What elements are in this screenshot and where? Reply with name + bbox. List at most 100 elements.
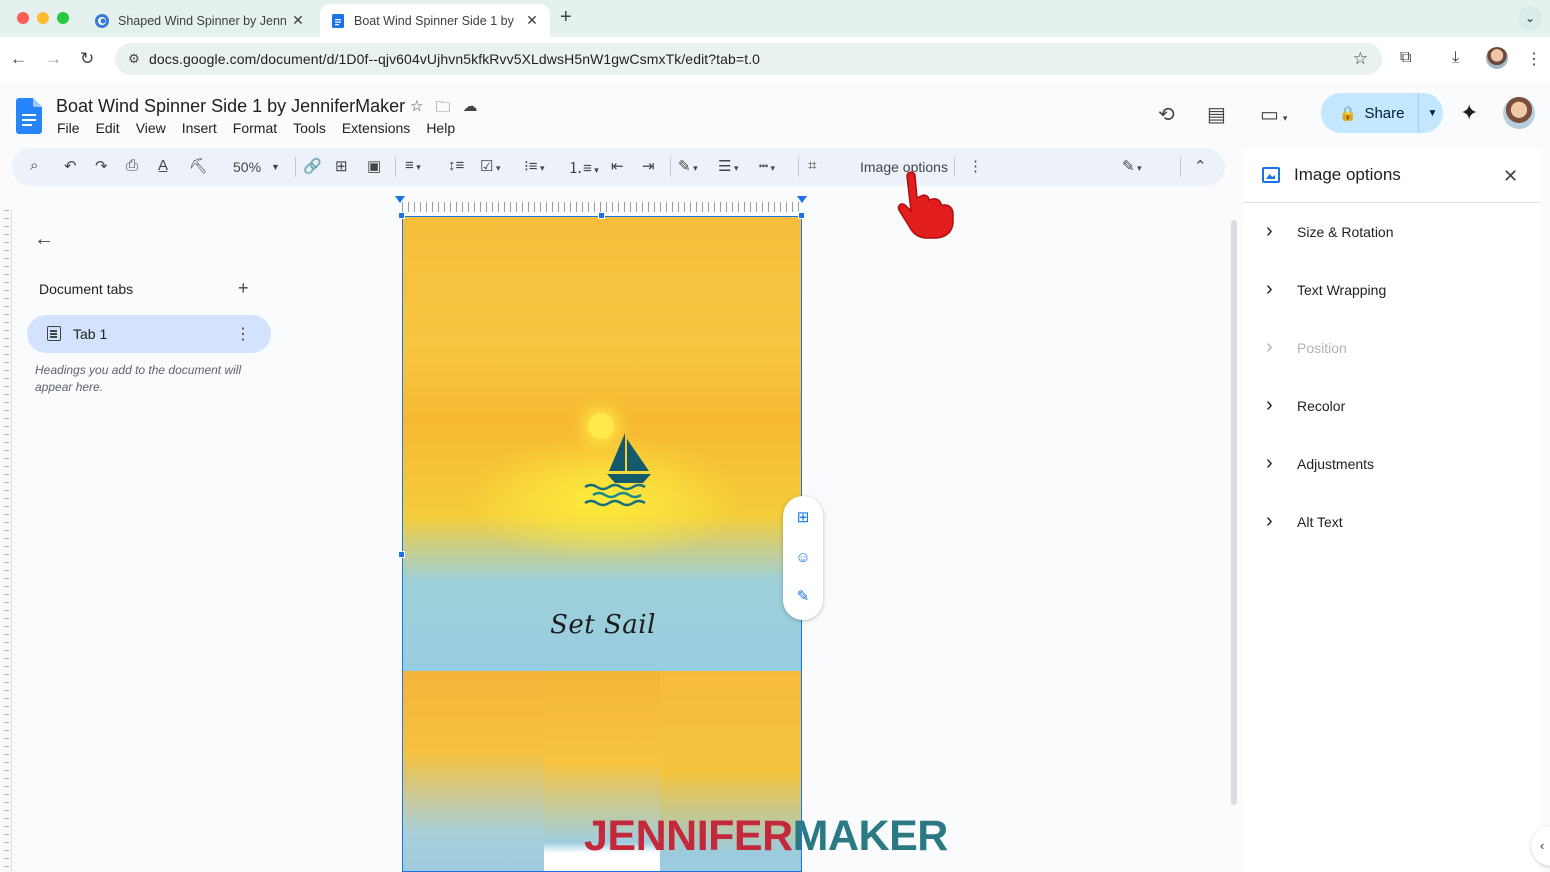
document-scrollbar[interactable]: [1231, 220, 1237, 805]
adjustments-section[interactable]: › Adjustments: [1243, 445, 1540, 485]
close-tab-icon[interactable]: ✕: [290, 12, 306, 29]
left-indent-marker[interactable]: [395, 196, 405, 203]
resize-handle[interactable]: [398, 212, 405, 219]
editing-mode-icon[interactable]: ✎ ▾: [1122, 157, 1142, 175]
browser-profile-avatar[interactable]: [1486, 47, 1508, 69]
minimize-window-button[interactable]: [37, 12, 49, 24]
close-panel-icon[interactable]: ✕: [1503, 166, 1518, 187]
browser-tab-1[interactable]: Shaped Wind Spinner by Jenn ✕: [84, 4, 316, 37]
document-tab-item[interactable]: Tab 1 ⋮: [27, 315, 271, 353]
crop-icon[interactable]: ⌗: [808, 157, 816, 174]
align-left-icon[interactable]: ≡ ▾: [405, 157, 421, 174]
lock-icon: 🔒: [1339, 104, 1357, 121]
tab-more-options-icon[interactable]: ⋮: [235, 324, 251, 344]
star-icon[interactable]: ☆: [410, 97, 423, 122]
resize-handle[interactable]: [398, 551, 405, 558]
image-options-panel: Image options ✕ › Size & Rotation › Text…: [1243, 148, 1540, 872]
extensions-icon[interactable]: ⧉: [1400, 49, 1411, 67]
section-label: Adjustments: [1297, 456, 1375, 472]
google-docs-logo-icon[interactable]: [16, 98, 42, 134]
outline-hint-text: Headings you add to the document will ap…: [35, 363, 242, 394]
site-settings-icon[interactable]: ⚙: [119, 51, 149, 67]
close-window-button[interactable]: [17, 12, 29, 24]
image-caption-text: Set Sail: [550, 610, 656, 640]
chevron-right-icon: ›: [1266, 452, 1273, 474]
browser-tab-strip: Shaped Wind Spinner by Jenn ✕ Boat Wind …: [0, 0, 1550, 37]
document-tab-label: Tab 1: [73, 326, 108, 342]
menu-tools[interactable]: Tools: [293, 120, 326, 136]
artwork-tile: [403, 671, 544, 871]
menu-file[interactable]: File: [57, 120, 80, 136]
insert-image-icon[interactable]: ▣: [367, 157, 381, 175]
zoom-select[interactable]: 50%: [233, 159, 261, 175]
toolbar-divider: [295, 157, 296, 177]
account-avatar[interactable]: [1503, 97, 1535, 129]
menu-help[interactable]: Help: [426, 120, 455, 136]
comments-icon[interactable]: ▤: [1207, 102, 1226, 127]
document-title[interactable]: Boat Wind Spinner Side 1 by JenniferMake…: [56, 96, 405, 117]
recolor-section[interactable]: › Recolor: [1243, 387, 1540, 427]
browser-tab-2[interactable]: Boat Wind Spinner Side 1 by ✕: [320, 4, 550, 37]
spellcheck-icon[interactable]: A̲: [158, 157, 168, 174]
new-tab-button[interactable]: +: [560, 6, 572, 29]
move-folder-icon[interactable]: 🗀: [435, 97, 450, 122]
back-arrow-icon[interactable]: ←: [10, 49, 27, 69]
forward-arrow-icon[interactable]: →: [45, 49, 62, 69]
zoom-dropdown-chevron-icon[interactable]: ▼: [271, 162, 280, 172]
section-label: Size & Rotation: [1297, 224, 1394, 240]
hide-menus-chevron-up-icon[interactable]: ⌃: [1194, 157, 1207, 175]
insert-link-icon[interactable]: 🔗: [303, 157, 322, 175]
bookmark-star-icon[interactable]: ☆: [1353, 49, 1368, 69]
search-menus-icon[interactable]: ⌕: [30, 157, 38, 174]
menu-format[interactable]: Format: [233, 120, 277, 136]
close-tab-icon[interactable]: ✕: [524, 12, 540, 29]
meet-video-icon[interactable]: ▭ ▾: [1260, 102, 1287, 127]
menu-view[interactable]: View: [136, 120, 166, 136]
gemini-sparkle-icon[interactable]: ✦: [1460, 100, 1478, 126]
border-color-icon[interactable]: ✎ ▾: [678, 157, 698, 175]
print-icon[interactable]: ⎙: [126, 157, 138, 174]
menu-edit[interactable]: Edit: [96, 120, 120, 136]
increase-indent-icon[interactable]: ⇥: [642, 157, 655, 175]
paint-format-icon[interactable]: ⛏: [189, 157, 208, 175]
add-tab-icon[interactable]: +: [238, 278, 249, 299]
menu-extensions[interactable]: Extensions: [342, 120, 410, 136]
maximize-window-button[interactable]: [57, 12, 69, 24]
reload-icon[interactable]: ↻: [80, 49, 94, 69]
cloud-saved-icon[interactable]: ☁: [462, 97, 477, 122]
site-favicon-icon: [95, 13, 109, 28]
add-comment-icon[interactable]: ⊞: [793, 508, 813, 528]
border-dash-icon[interactable]: ┅ ▾: [759, 157, 775, 175]
share-button[interactable]: 🔒 Share ▼: [1321, 93, 1443, 133]
close-outline-arrow-icon[interactable]: ←: [34, 228, 54, 251]
suggest-edits-icon[interactable]: ✎: [793, 587, 813, 607]
resize-handle[interactable]: [598, 212, 605, 219]
alt-text-section[interactable]: › Alt Text: [1243, 503, 1540, 543]
decrease-indent-icon[interactable]: ⇤: [611, 157, 624, 175]
selected-image[interactable]: Set Sail: [402, 216, 802, 872]
url-omnibox[interactable]: ⚙ docs.google.com/document/d/1D0f--qjv60…: [115, 43, 1382, 75]
line-spacing-icon[interactable]: ↕≡: [448, 157, 464, 174]
numbered-list-icon[interactable]: ⒈≡ ▾: [568, 157, 599, 178]
add-comment-icon[interactable]: ⊞: [335, 157, 348, 175]
tab-search-chevron-icon[interactable]: ⌄: [1518, 6, 1542, 30]
resize-handle[interactable]: [798, 212, 805, 219]
more-options-icon[interactable]: ⋮: [968, 157, 983, 175]
docs-favicon-icon: [332, 13, 344, 28]
download-icon[interactable]: ⤓: [1452, 49, 1459, 67]
section-label: Position: [1297, 340, 1347, 356]
menu-insert[interactable]: Insert: [182, 120, 217, 136]
undo-icon[interactable]: ↶: [64, 157, 77, 175]
share-dropdown-chevron-icon[interactable]: ▼: [1427, 108, 1437, 119]
add-emoji-reaction-icon[interactable]: ☺: [793, 548, 813, 568]
size-rotation-section[interactable]: › Size & Rotation: [1243, 213, 1540, 253]
bulleted-list-icon[interactable]: ⁝≡ ▾: [524, 157, 545, 175]
text-wrapping-section[interactable]: › Text Wrapping: [1243, 271, 1540, 311]
checklist-icon[interactable]: ☑ ▾: [480, 157, 500, 175]
browser-menu-icon[interactable]: ⋮: [1526, 49, 1542, 69]
right-indent-marker[interactable]: [797, 196, 807, 203]
border-weight-icon[interactable]: ☰ ▾: [718, 157, 738, 175]
redo-icon[interactable]: ↷: [95, 157, 108, 175]
version-history-icon[interactable]: ⟲: [1158, 102, 1175, 127]
sailboat-icon: [584, 433, 651, 507]
